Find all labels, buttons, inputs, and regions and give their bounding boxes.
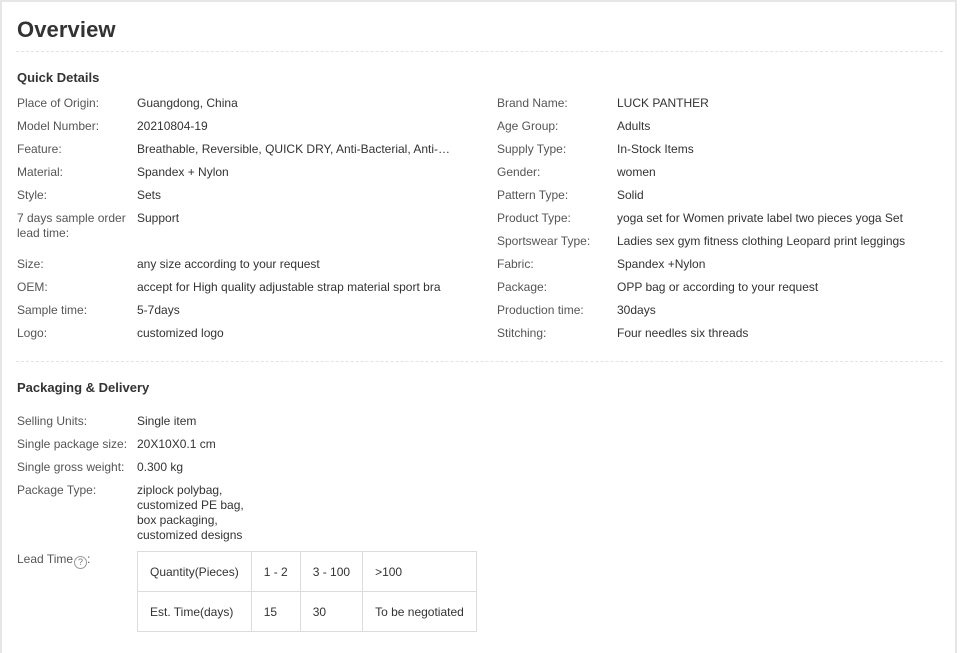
detail-value: Guangdong, China [137,96,238,110]
page-title: Overview [17,17,116,42]
time-cell: 15 [250,591,301,632]
detail-label: 7 days sample order lead time: [17,211,126,240]
detail-value: Adults [617,119,651,133]
detail-label: Pattern Type: [497,188,569,202]
detail-value: accept for High quality adjustable strap… [137,280,441,294]
packaging-label: Single gross weight: [17,460,125,474]
detail-value: Spandex +Nylon [617,257,706,271]
packaging-value: 0.300 kg [137,460,184,474]
detail-label: Size: [17,257,44,271]
detail-value: yoga set for Women private label two pie… [617,211,903,225]
detail-value: 5-7days [137,303,180,317]
detail-value: any size according to your request [137,257,320,271]
time-cell: 30 [299,591,364,632]
detail-label: Feature: [17,142,62,156]
table-row: Est. Time(days) 15 30 To be negotiated [137,591,477,632]
quantity-cell: 1 - 2 [250,551,301,592]
detail-value: Solid [617,188,644,202]
detail-label: Fabric: [497,257,534,271]
detail-value: Breathable, Reversible, QUICK DRY, Anti-… [137,142,457,156]
detail-label: Sportswear Type: [497,234,591,248]
detail-value: LUCK PANTHER [617,96,709,110]
packaging-label: Selling Units: [17,414,88,428]
detail-label: Stitching: [497,326,547,340]
detail-label: Material: [17,165,64,179]
lead-time-table: Quantity(Pieces) 1 - 2 3 - 100 >100 Est.… [137,551,477,632]
packaging-value: 20X10X0.1 cm [137,437,216,451]
section-divider [16,361,943,362]
detail-value: 20210804-19 [137,119,208,133]
quantity-cell: >100 [362,551,477,592]
detail-value: Support [137,211,180,225]
detail-value: Sets [137,188,162,202]
detail-label: Production time: [497,303,584,317]
detail-value: customized logo [137,326,224,340]
detail-value: Ladies sex gym fitness clothing Leopard … [617,234,906,248]
lead-time-colon: : [87,552,91,566]
detail-value: In-Stock Items [617,142,694,156]
detail-value: 30days [617,303,656,317]
detail-label: Product Type: [497,211,571,225]
detail-label: Supply Type: [497,142,567,156]
detail-label: Gender: [497,165,541,179]
quick-details-heading: Quick Details [17,70,100,85]
packaging-label: Single package size: [17,437,128,451]
question-circle-icon[interactable]: ? [74,556,88,569]
detail-label: Model Number: [17,119,100,133]
detail-value: Spandex + Nylon [137,165,229,179]
detail-value: OPP bag or according to your request [617,280,819,294]
packaging-heading: Packaging & Delivery [17,380,150,395]
lead-time-label: Lead Time?: [17,552,90,569]
detail-label: Brand Name: [497,96,568,110]
packaging-value: Single item [137,414,197,428]
table-row: Quantity(Pieces) 1 - 2 3 - 100 >100 [137,551,477,592]
quantity-header-cell: Quantity(Pieces) [137,551,252,592]
title-divider [16,51,943,52]
packaging-label: Package Type: [17,483,97,497]
quantity-cell: 3 - 100 [299,551,364,592]
time-header-cell: Est. Time(days) [137,591,252,632]
detail-value: Four needles six threads [617,326,749,340]
detail-label: Package: [497,280,548,294]
time-cell: To be negotiated [362,591,477,632]
detail-label: Place of Origin: [17,96,100,110]
detail-label: Logo: [17,326,48,340]
lead-time-text: Lead Time [17,552,74,566]
detail-label: Style: [17,188,48,202]
detail-label: OEM: [17,280,48,294]
packaging-value: ziplock polybag, customized PE bag, box … [137,483,244,542]
detail-label: Sample time: [17,303,88,317]
detail-label: Age Group: [497,119,559,133]
detail-value: women [617,165,656,179]
